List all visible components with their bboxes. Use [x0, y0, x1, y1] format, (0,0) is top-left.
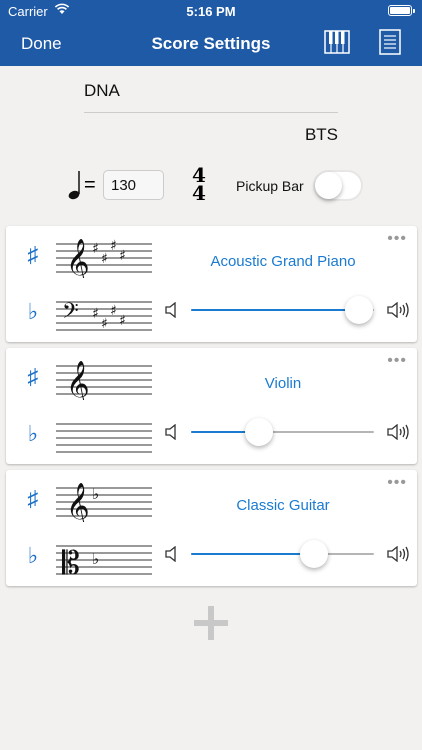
more-options-button[interactable]: •••: [387, 352, 407, 370]
sharp-button[interactable]: ♯: [24, 486, 42, 512]
document-icon[interactable]: [378, 29, 402, 55]
flat-button[interactable]: ♭: [24, 421, 42, 447]
instrument-card: ♯ ♭ 𝄞 Violin •••: [6, 348, 417, 464]
page-title: Score Settings: [151, 34, 271, 53]
alto-staff: 𝄡 ♭: [56, 544, 152, 580]
slider-fill: [191, 309, 360, 311]
instrument-card: ♯ ♭ 𝄞 ♭ 𝄡 ♭ Classic Guitar •••: [6, 470, 417, 586]
sharp-button[interactable]: ♯: [24, 242, 42, 268]
slider-thumb[interactable]: [345, 296, 374, 324]
volume-low-icon: [165, 546, 176, 562]
tempo-equals: =: [84, 174, 96, 196]
volume-low-icon: [165, 424, 176, 440]
instrument-name[interactable]: Acoustic Grand Piano: [166, 253, 400, 270]
svg-text:♯: ♯: [101, 316, 108, 332]
svg-text:♭: ♭: [92, 485, 99, 503]
volume-high-icon: [387, 424, 409, 440]
treble-staff: 𝄞 ♯ ♯ ♯ ♯: [56, 238, 152, 278]
instrument-card: ♯ ♭ 𝄞 ♯ ♯ ♯ ♯ 𝄢 ♯ ♯ ♯ ♯ Acoustic Grand P…: [6, 226, 417, 342]
volume-slider[interactable]: [191, 540, 374, 568]
instrument-name[interactable]: Violin: [166, 375, 400, 392]
volume-high-icon: [387, 546, 409, 562]
plus-icon[interactable]: [193, 605, 229, 641]
slider-thumb[interactable]: [299, 540, 328, 568]
instrument-name[interactable]: Classic Guitar: [166, 497, 400, 514]
navigation-bar: Carrier 5:16 PM Done Score Settings: [0, 0, 422, 66]
slider-thumb[interactable]: [244, 418, 273, 446]
battery-icon: [388, 5, 415, 16]
slider-fill: [191, 553, 314, 555]
svg-text:♯: ♯: [101, 251, 108, 267]
svg-text:♯: ♯: [110, 303, 117, 319]
svg-text:♭: ♭: [92, 550, 99, 568]
bass-staff: 𝄢 ♯ ♯ ♯ ♯: [56, 299, 152, 332]
svg-text:𝄞: 𝄞: [66, 483, 90, 522]
piano-keys-icon[interactable]: [324, 30, 350, 54]
empty-staff: [56, 423, 152, 453]
volume-low-icon: [165, 302, 176, 318]
svg-text:𝄞: 𝄞: [66, 361, 90, 400]
score-title-field[interactable]: DNA: [84, 81, 120, 101]
svg-text:𝄢: 𝄢: [62, 299, 79, 329]
quarter-note-icon: [68, 171, 80, 200]
status-bar: Carrier 5:16 PM: [0, 0, 422, 22]
pickup-bar-label: Pickup Bar: [236, 178, 304, 194]
treble-staff: 𝄞: [56, 361, 152, 400]
svg-text:♯: ♯: [92, 306, 99, 322]
title-underline: [84, 112, 338, 113]
time-signature[interactable]: 4 4: [190, 165, 208, 205]
flat-button[interactable]: ♭: [24, 543, 42, 569]
toggle-knob: [315, 172, 342, 199]
svg-text:𝄡: 𝄡: [62, 544, 80, 580]
svg-text:𝄞: 𝄞: [66, 239, 90, 278]
sharp-button[interactable]: ♯: [24, 364, 42, 390]
treble-staff: 𝄞 ♭: [56, 483, 152, 522]
volume-slider[interactable]: [191, 296, 374, 324]
volume-slider[interactable]: [191, 418, 374, 446]
volume-high-icon: [387, 302, 409, 318]
time-signature-bottom: 4: [192, 181, 206, 205]
more-options-button[interactable]: •••: [387, 474, 407, 492]
svg-text:♯: ♯: [110, 238, 117, 254]
pickup-bar-toggle[interactable]: [313, 170, 363, 201]
flat-button[interactable]: ♭: [24, 299, 42, 325]
svg-text:♯: ♯: [119, 248, 126, 264]
more-options-button[interactable]: •••: [387, 230, 407, 248]
tempo-input[interactable]: [103, 170, 164, 200]
svg-text:♯: ♯: [119, 313, 126, 329]
svg-text:♯: ♯: [92, 241, 99, 257]
status-time: 5:16 PM: [186, 4, 236, 19]
composer-field[interactable]: BTS: [305, 125, 338, 145]
